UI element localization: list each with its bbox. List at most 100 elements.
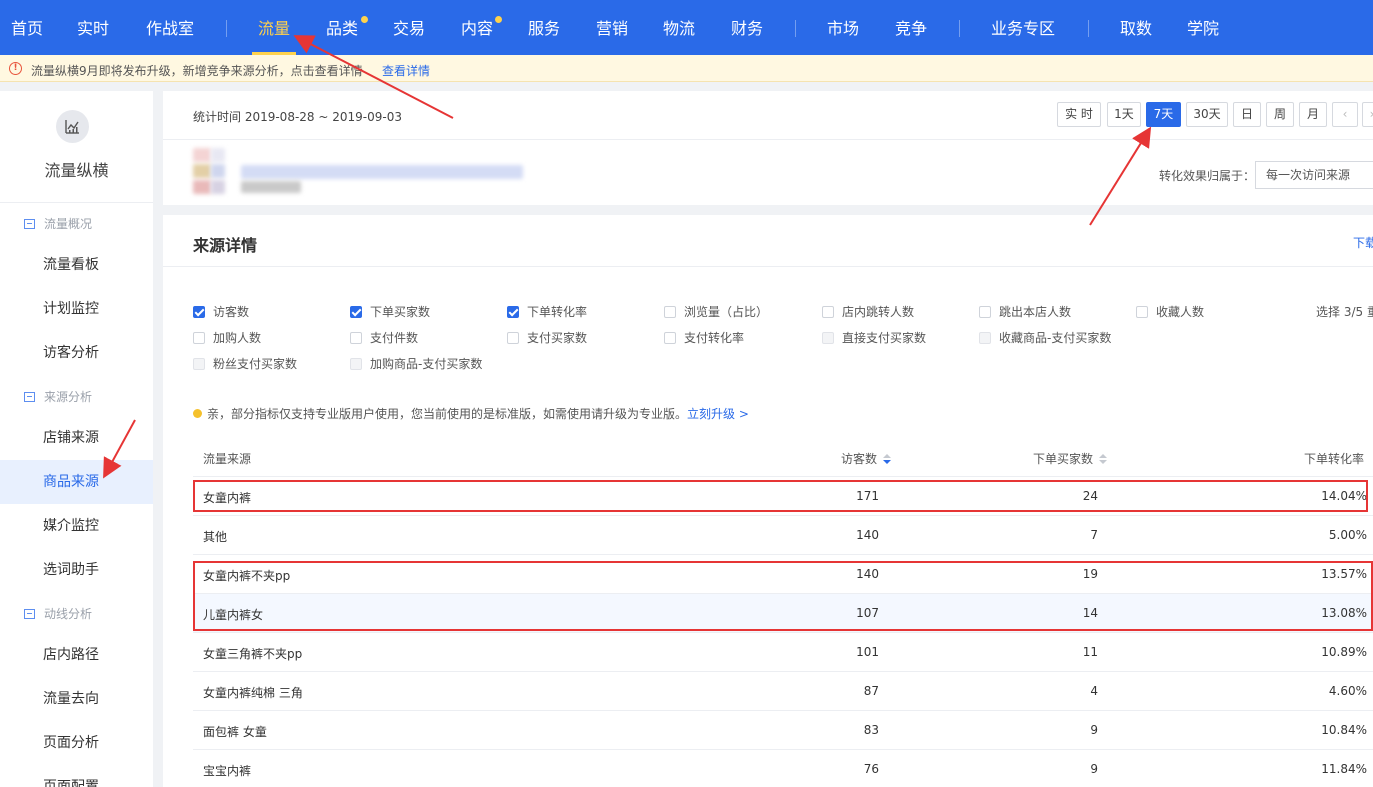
- metric-checkbox-pay-items[interactable]: 支付件数: [350, 329, 418, 346]
- alert-circle-icon: !: [9, 62, 22, 75]
- nav-item-business-zone[interactable]: 业务专区: [991, 0, 1055, 55]
- nav-item-traffic[interactable]: 流量: [251, 0, 297, 55]
- metric-checkbox-pay-rate[interactable]: 支付转化率: [664, 329, 744, 346]
- metric-checkbox-fav-pay: 收藏商品-支付买家数: [979, 329, 1111, 346]
- column-header-visitors[interactable]: 访客数: [841, 450, 892, 467]
- cell-order-rate: 10.84%: [1321, 723, 1367, 737]
- download-link[interactable]: 下载: [1353, 234, 1373, 251]
- cell-order-buyers: 4: [1090, 684, 1098, 698]
- nav-item-competition[interactable]: 竞争: [895, 0, 927, 55]
- column-header-order-buyers[interactable]: 下单买家数: [1033, 450, 1108, 467]
- panel-title: 来源详情: [193, 236, 258, 255]
- cell-visitors: 87: [863, 684, 879, 698]
- cell-visitors: 140: [856, 528, 879, 542]
- table-row[interactable]: 女童内裤纯棉 三角 87 4 4.60%: [193, 672, 1373, 711]
- cell-order-buyers: 9: [1090, 762, 1098, 776]
- nav-item-category[interactable]: 品类: [326, 0, 358, 55]
- sidebar-item-product-source[interactable]: 商品来源: [0, 460, 153, 504]
- metric-checkbox-visitors[interactable]: 访客数: [193, 303, 249, 320]
- metric-checkbox-order-buyers[interactable]: 下单买家数: [350, 303, 430, 320]
- metric-checkbox-order-rate[interactable]: 下单转化率: [507, 303, 587, 320]
- nav-item-academy[interactable]: 学院: [1187, 0, 1219, 55]
- sidebar-item-media-monitor[interactable]: 媒介监控: [0, 504, 153, 548]
- checkbox-icon: [507, 306, 519, 318]
- metric-checkbox-pay-buyers[interactable]: 支付买家数: [507, 329, 587, 346]
- table-row[interactable]: 其他 140 7 5.00%: [193, 516, 1373, 555]
- notice-link[interactable]: 查看详情: [382, 62, 430, 79]
- nav-item-realtime[interactable]: 实时: [77, 0, 109, 55]
- sidebar-item-visitor-analysis[interactable]: 访客分析: [0, 331, 153, 375]
- cell-order-rate: 11.84%: [1321, 762, 1367, 776]
- nav-item-data-fetch[interactable]: 取数: [1120, 0, 1152, 55]
- cell-order-buyers: 11: [1082, 645, 1098, 659]
- checkbox-icon: [350, 358, 362, 370]
- sidebar-title: 流量纵横: [44, 161, 109, 180]
- metric-checkbox-direct-pay: 直接支付买家数: [822, 329, 926, 346]
- nav-separator: [959, 20, 960, 37]
- sidebar-item-keyword-helper[interactable]: 选词助手: [0, 548, 153, 592]
- nav-item-war-room[interactable]: 作战室: [146, 0, 194, 55]
- table-row[interactable]: 面包裤 女童 83 9 10.84%: [193, 711, 1373, 750]
- sidebar-item-traffic-board[interactable]: 流量看板: [0, 243, 153, 287]
- nav-item-content[interactable]: 内容: [461, 0, 493, 55]
- nav-item-service[interactable]: 服务: [528, 0, 560, 55]
- dashboard-icon: [24, 609, 35, 619]
- highlight-box: [193, 561, 1373, 631]
- nav-item-marketing[interactable]: 营销: [596, 0, 628, 55]
- cell-order-buyers: 7: [1090, 528, 1098, 542]
- cell-order-rate: 4.60%: [1328, 684, 1367, 698]
- select-count-label[interactable]: 选择 3/5 重置: [1316, 303, 1373, 320]
- period-button-7days[interactable]: 7天: [1146, 102, 1181, 127]
- sidebar-item-page-analysis[interactable]: 页面分析: [0, 721, 153, 765]
- cell-order-buyers: 9: [1090, 723, 1098, 737]
- cell-source: 女童三角裤不夹pp: [203, 647, 303, 661]
- nav-notification-dot: [495, 16, 502, 23]
- checkbox-icon: [664, 332, 676, 344]
- checkbox-icon: [979, 332, 991, 344]
- sidebar-group-traffic-overview: 流量概况: [24, 215, 92, 232]
- nav-item-finance[interactable]: 财务: [731, 0, 763, 55]
- checkbox-icon: [350, 332, 362, 344]
- checkbox-icon: [822, 306, 834, 318]
- metric-checkbox-favorites[interactable]: 收藏人数: [1136, 303, 1204, 320]
- metric-checkbox-add-cart[interactable]: 加购人数: [193, 329, 261, 346]
- cell-source: 宝宝内裤: [203, 764, 252, 778]
- top-navigation-bar: 首页 实时 作战室 流量 品类 交易 内容 服务 营销 物流 财务 市场 竞争 …: [0, 0, 1373, 55]
- upgrade-link[interactable]: 立刻升级 >: [687, 407, 749, 421]
- period-button-realtime[interactable]: 实 时: [1057, 102, 1101, 127]
- sidebar-item-shop-source[interactable]: 店铺来源: [0, 416, 153, 460]
- nav-item-market[interactable]: 市场: [827, 0, 859, 55]
- table-header: 流量来源 访客数 下单买家数 下单转化率: [193, 441, 1373, 477]
- nav-item-trade[interactable]: 交易: [393, 0, 425, 55]
- period-button-day[interactable]: 日: [1233, 102, 1261, 127]
- period-button-week[interactable]: 周: [1266, 102, 1294, 127]
- metric-checkbox-pageviews[interactable]: 浏览量（占比）: [664, 303, 768, 320]
- metric-checkbox-bounce[interactable]: 跳出本店人数: [979, 303, 1071, 320]
- sidebar-item-page-config[interactable]: 页面配置: [0, 765, 153, 787]
- chevron-right-icon[interactable]: ›: [1362, 102, 1373, 127]
- nav-item-home[interactable]: 首页: [11, 0, 43, 55]
- table-row[interactable]: 女童三角裤不夹pp 101 11 10.89%: [193, 633, 1373, 672]
- sort-icon[interactable]: [1099, 454, 1108, 464]
- column-header-order-rate[interactable]: 下单转化率: [1304, 450, 1364, 467]
- conversion-attribution-select[interactable]: 每一次访问来源: [1255, 161, 1373, 189]
- sidebar-group-path-analysis: 动线分析: [24, 605, 92, 622]
- metric-checkbox-internal-jump[interactable]: 店内跳转人数: [822, 303, 914, 320]
- metric-checkbox-cart-pay: 加购商品-支付买家数: [350, 355, 482, 372]
- sidebar-item-store-path[interactable]: 店内路径: [0, 633, 153, 677]
- nav-separator: [1088, 20, 1089, 37]
- sidebar-item-plan-monitor[interactable]: 计划监控: [0, 287, 153, 331]
- period-button-month[interactable]: 月: [1299, 102, 1327, 127]
- sort-icon[interactable]: [883, 454, 892, 464]
- column-header-source: 流量来源: [203, 452, 252, 466]
- period-button-30days[interactable]: 30天: [1186, 102, 1228, 127]
- sidebar-item-traffic-destination[interactable]: 流量去向: [0, 677, 153, 721]
- notice-text[interactable]: 流量纵横9月即将发布升级，新增竞争来源分析，点击查看详情: [31, 62, 363, 79]
- sidebar: 流量纵横 流量概况 流量看板 计划监控 访客分析 来源分析 店铺来源 商品来源 …: [0, 91, 153, 787]
- nav-item-logistics[interactable]: 物流: [663, 0, 695, 55]
- checkbox-icon: [193, 306, 205, 318]
- chevron-left-icon[interactable]: ‹: [1332, 102, 1358, 127]
- table-row[interactable]: 宝宝内裤 76 9 11.84%: [193, 750, 1373, 787]
- cell-order-rate: 5.00%: [1328, 528, 1367, 542]
- period-button-1day[interactable]: 1天: [1107, 102, 1141, 127]
